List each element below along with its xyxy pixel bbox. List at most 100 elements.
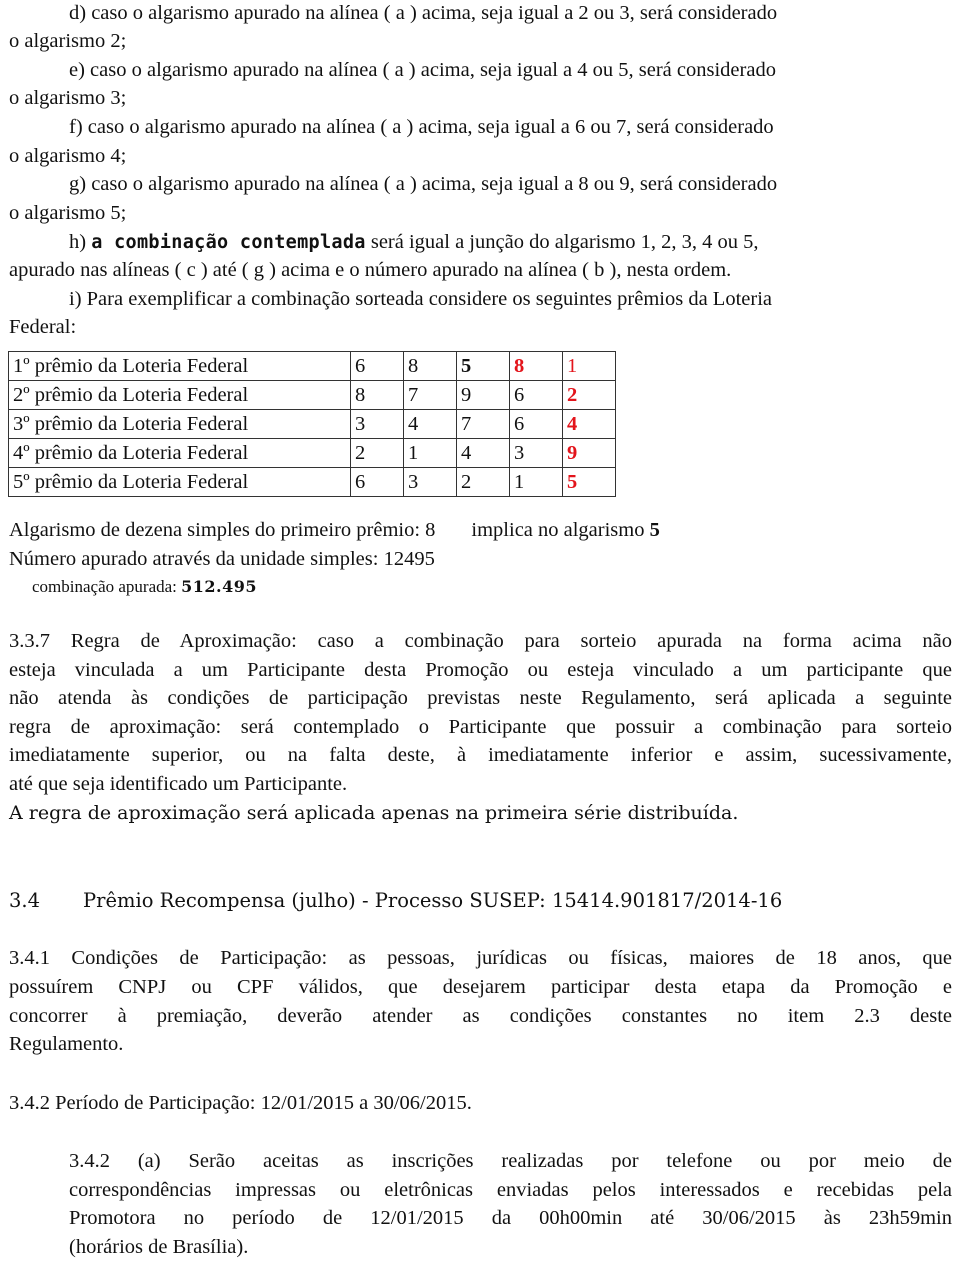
lottery-table-row: 1º prêmio da Loteria Federal 6 8 5 8 1 [8,351,616,381]
s337-approximation-note: A regra de aproximação será aplicada ape… [9,802,739,824]
prize-digit-value: 1 [567,355,578,377]
item-d-line2: o algarismo 2; [9,30,127,52]
prize-digit-value: 7 [461,413,472,435]
prize-digit: 7 [403,380,457,410]
prize-digit: 6 [350,467,404,497]
prize-digit-value: 5 [567,471,578,493]
item-g-line2: o algarismo 5; [9,202,127,224]
lottery-table-row: 2º prêmio da Loteria Federal 8 7 9 6 2 [8,380,616,410]
s337-line1: 3.3.7 Regra de Aproximação: caso a combi… [9,630,952,652]
prize-digit: 7 [456,409,510,439]
dezena-label: Algarismo de dezena simples do primeiro … [9,519,436,541]
prize-digit: 2 [350,438,404,468]
item-h-bold-term: a combinação contemplada [91,232,366,253]
item-h-line2: apurado nas alíneas ( c ) até ( g ) acim… [9,259,732,281]
section-3-4-title: Prêmio Recompensa (julho) - Processo SUS… [83,889,783,912]
section-3-4-heading: 3.4 Prêmio Recompensa (julho) - Processo … [9,886,952,915]
s342a-line4: (horários de Brasília). [69,1236,249,1258]
s342-line1: 3.4.2 Período de Participação: 12/01/201… [9,1092,472,1114]
s341-line4: Regulamento. [9,1033,124,1055]
item-d-line1: d) caso o algarismo apurado na alínea ( … [69,2,778,24]
section-3-4-number: 3.4 [9,889,41,912]
s337-line3: não atenda às condições de participação … [9,687,952,709]
prize-digit-value: 7 [408,384,419,406]
prize-digit: 5 [456,351,510,381]
prize-digit-value: 6 [514,384,525,406]
prize-label: 5º prêmio da Loteria Federal [8,467,351,497]
item-f-line1: f) caso o algarismo apurado na alínea ( … [69,116,774,138]
prize-digit: 4 [456,438,510,468]
prize-digit: 1 [562,351,616,381]
prize-label: 2º prêmio da Loteria Federal [8,380,351,410]
item-h-line1: h) a combinação contemplada será igual a… [69,228,952,257]
prize-digit: 1 [509,467,563,497]
prize-digit-value: 8 [408,355,419,377]
prize-digit: 6 [350,351,404,381]
prize-digit-value: 8 [355,384,366,406]
s342a-line3: Promotora no período de 12/01/2015 da 00… [69,1207,952,1229]
implica-label: implica no algarismo [471,519,650,541]
prize-digit: 5 [562,467,616,497]
prize-digit: 8 [403,351,457,381]
s341-line3: concorrer à premiação, deverão atender a… [9,1005,952,1027]
prize-digit: 3 [350,409,404,439]
prize-digit-value: 5 [461,355,472,377]
prize-digit: 4 [403,409,457,439]
prize-digit-value: 6 [514,413,525,435]
prize-label: 4º prêmio da Loteria Federal [8,438,351,468]
item-h-prefix: h) [69,231,92,253]
prize-digit-value: 9 [461,384,472,406]
prize-digit-value: 2 [355,442,366,464]
prize-digit: 6 [509,409,563,439]
prize-digit: 8 [350,380,404,410]
prize-digit: 2 [562,380,616,410]
lottery-table-row: 5º prêmio da Loteria Federal 6 3 2 1 5 [8,467,616,497]
prize-digit-value: 3 [408,471,419,493]
prize-digit-value: 3 [514,442,525,464]
lottery-table-row: 4º prêmio da Loteria Federal 2 1 4 3 9 [8,438,616,468]
prize-digit: 1 [403,438,457,468]
prize-digit: 9 [562,438,616,468]
prize-digit-value: 6 [355,471,366,493]
prize-digit-value: 6 [355,355,366,377]
s341-line1: 3.4.1 Condições de Participação: as pess… [9,947,952,969]
prize-digit: 3 [403,467,457,497]
prize-label: 1º prêmio da Loteria Federal [8,351,351,381]
prize-digit-value: 4 [408,413,419,435]
prize-digit: 8 [509,351,563,381]
prize-digit: 9 [456,380,510,410]
example-numero-line: Número apurado através da unidade simple… [9,548,435,570]
prize-digit-value: 1 [408,442,419,464]
prize-digit: 6 [509,380,563,410]
prize-digit: 2 [456,467,510,497]
item-i-line2: Federal: [9,316,77,338]
lottery-table-row: 3º prêmio da Loteria Federal 3 4 7 6 4 [8,409,616,439]
implica-value: 5 [649,519,660,541]
prize-digit: 4 [562,409,616,439]
example-dezena-line: Algarismo de dezena simples do primeiro … [9,516,952,545]
item-i-line1: i) Para exemplificar a combinação sortea… [69,288,772,310]
prize-digit-value: 2 [461,471,472,493]
lottery-results-table: 1º prêmio da Loteria Federal 6 8 5 8 1 2º prêm… [8,351,616,497]
s341-line2: possuírem CNPJ ou CPF válidos, que desej… [9,976,952,998]
prize-digit: 3 [509,438,563,468]
item-g-line1: g) caso o algarismo apurado na alínea ( … [69,173,778,195]
s337-line6: até que seja identificado um Participant… [9,773,348,795]
s337-line2: esteja vinculada a um Participante desta… [9,659,952,681]
s337-line5: imediatamente superior, ou na falta dest… [9,744,952,766]
s342a-line2: correspondências impressas ou eletrônica… [69,1179,952,1201]
item-e-line1: e) caso o algarismo apurado na alínea ( … [69,59,776,81]
prize-digit-value: 2 [567,384,578,406]
prize-digit-value: 4 [567,413,578,435]
example-combinacao-line: combinação apurada: 512.495 [32,572,952,601]
prize-digit-value: 9 [567,442,578,464]
prize-digit-value: 1 [514,471,525,493]
prize-digit-value: 8 [514,355,525,377]
item-e-line2: o algarismo 3; [9,87,127,109]
prize-label: 3º prêmio da Loteria Federal [8,409,351,439]
item-f-line2: o algarismo 4; [9,145,127,167]
combinacao-label: combinação apurada: [32,577,182,596]
s337-line4: regra de aproximação: será contemplado o… [9,716,952,738]
item-h-rest: será igual a junção do algarismo 1, 2, 3… [365,231,759,253]
combinacao-value: 512.495 [181,577,258,596]
